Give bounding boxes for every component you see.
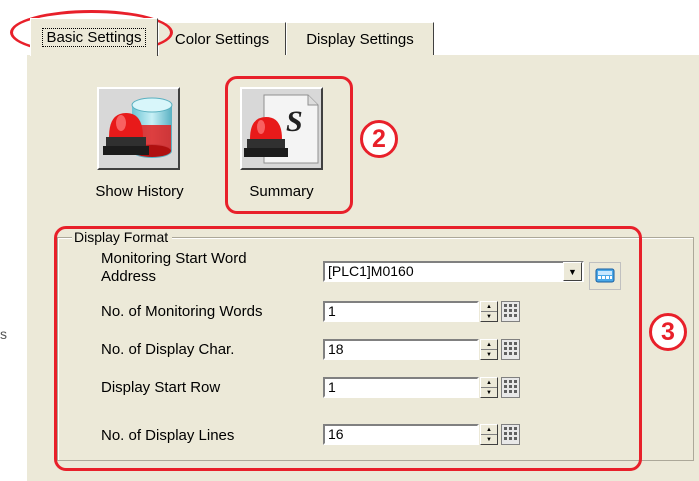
show-history-label: Show History [95,183,184,200]
tab-display-settings[interactable]: Display Settings [286,22,434,55]
tab-basic-settings-label: Basic Settings [42,28,146,47]
annotation-badge-3: 3 [649,313,687,351]
tab-color-settings-label: Color Settings [174,30,270,48]
tab-color-settings[interactable]: Color Settings [158,22,286,55]
annotation-badge-2: 2 [360,120,398,158]
annotation-box-display-format [54,226,642,471]
tab-display-settings-label: Display Settings [306,30,414,48]
show-history-button[interactable] [97,87,180,170]
annotation-box-summary [225,76,353,214]
stray-text: s [0,326,7,342]
alarm-history-icon [103,97,173,158]
tab-basic-settings[interactable]: Basic Settings [30,18,158,56]
